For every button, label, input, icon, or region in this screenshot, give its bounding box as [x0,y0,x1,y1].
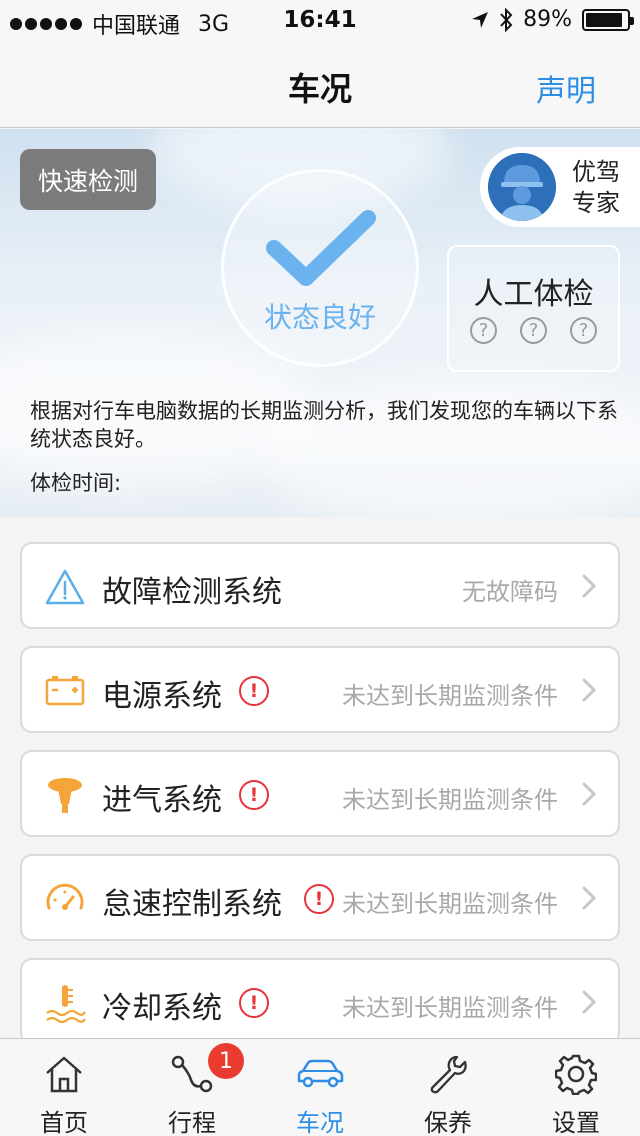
tab-label: 车况 [296,1109,344,1136]
chevron-right-icon [582,574,596,598]
expert-label: 优驾专家 [572,158,620,217]
notification-badge: 1 [208,1043,244,1079]
air-intake-icon [48,778,82,813]
checkmark-icon [266,210,376,286]
manual-check-card[interactable]: 人工体检 ? ? ? [447,245,620,372]
alert-icon: ! [304,884,334,914]
tab-trips[interactable]: 1 行程 [128,1039,256,1136]
manual-check-items: ? ? ? [470,317,597,344]
bluetooth-icon [500,7,513,32]
status-label: 状态良好 [263,301,376,334]
status-hero: 快速检测 状态良好 优驾专家 人工体检 ? ? ? 根据对行车电脑数据的长期监测… [0,129,640,517]
tab-home[interactable]: 首页 [0,1039,128,1136]
route-icon [171,1055,213,1093]
tab-bar: 首页 1 行程 车况 保养 设置 [0,1038,640,1136]
system-name: 冷却系统 [102,991,222,1026]
question-icon: ? [570,317,597,344]
status-bar: 中国联通 3G 16:41 89% [0,0,640,40]
expert-avatar [488,153,556,221]
system-status: 未达到长期监测条件 [342,682,558,710]
system-status: 未达到长期监测条件 [342,786,558,814]
tab-label: 行程 [168,1109,216,1136]
list-item[interactable]: 怠速控制系统 ! 未达到长期监测条件 [20,854,620,941]
alert-icon: ! [239,676,269,706]
tab-settings[interactable]: 设置 [512,1039,640,1136]
expert-button[interactable]: 优驾专家 [480,147,640,227]
statement-button[interactable]: 声明 [536,66,596,110]
warning-triangle-icon [45,569,85,605]
tab-maintenance[interactable]: 保养 [384,1039,512,1136]
system-status: 未达到长期监测条件 [342,994,558,1022]
quick-check-button[interactable]: 快速检测 [20,149,156,210]
status-right: 89% [471,7,634,32]
list-item[interactable]: 进气系统 ! 未达到长期监测条件 [20,750,620,837]
home-icon [46,1056,82,1093]
chevron-right-icon [582,990,596,1014]
coolant-temperature-icon [46,985,86,1024]
tab-label: 设置 [552,1109,600,1136]
gear-icon [555,1054,597,1095]
wrench-icon [430,1055,467,1094]
battery-percent: 89% [523,7,572,32]
system-name: 怠速控制系统 [102,887,282,922]
system-list: 故障检测系统 无故障码 电源系统 ! 未达到长期监测条件 进气系统 ! 未达到长… [20,542,620,1062]
list-item[interactable]: 冷却系统 ! 未达到长期监测条件 [20,958,620,1045]
list-item[interactable]: 故障检测系统 无故障码 [20,542,620,629]
question-icon: ? [470,317,497,344]
car-icon [297,1059,344,1088]
location-arrow-icon [472,11,489,28]
system-name: 故障检测系统 [102,575,282,610]
engineer-icon [488,153,556,221]
speedometer-icon [46,883,84,910]
list-item[interactable]: 电源系统 ! 未达到长期监测条件 [20,646,620,733]
system-name: 进气系统 [102,783,222,818]
question-icon: ? [520,317,547,344]
chevron-right-icon [582,886,596,910]
battery-icon [45,676,85,706]
chevron-right-icon [582,678,596,702]
alert-icon: ! [239,780,269,810]
system-status: 未达到长期监测条件 [342,890,558,918]
status-indicator: 状态良好 [221,169,419,367]
system-status: 无故障码 [462,578,558,606]
alert-icon: ! [239,988,269,1018]
battery-icon [582,8,634,31]
tab-label: 保养 [424,1109,472,1136]
manual-check-label: 人工体检 [473,277,594,312]
status-description: 根据对行车电脑数据的长期监测分析，我们发现您的车辆以下系统状态良好。 [30,399,618,451]
tab-car-status[interactable]: 车况 [256,1039,384,1136]
system-name: 电源系统 [102,679,222,714]
check-time-label: 体检时间: [30,471,122,495]
tab-label: 首页 [40,1109,88,1136]
navigation-bar: 车况 声明 [0,40,640,128]
chevron-right-icon [582,782,596,806]
